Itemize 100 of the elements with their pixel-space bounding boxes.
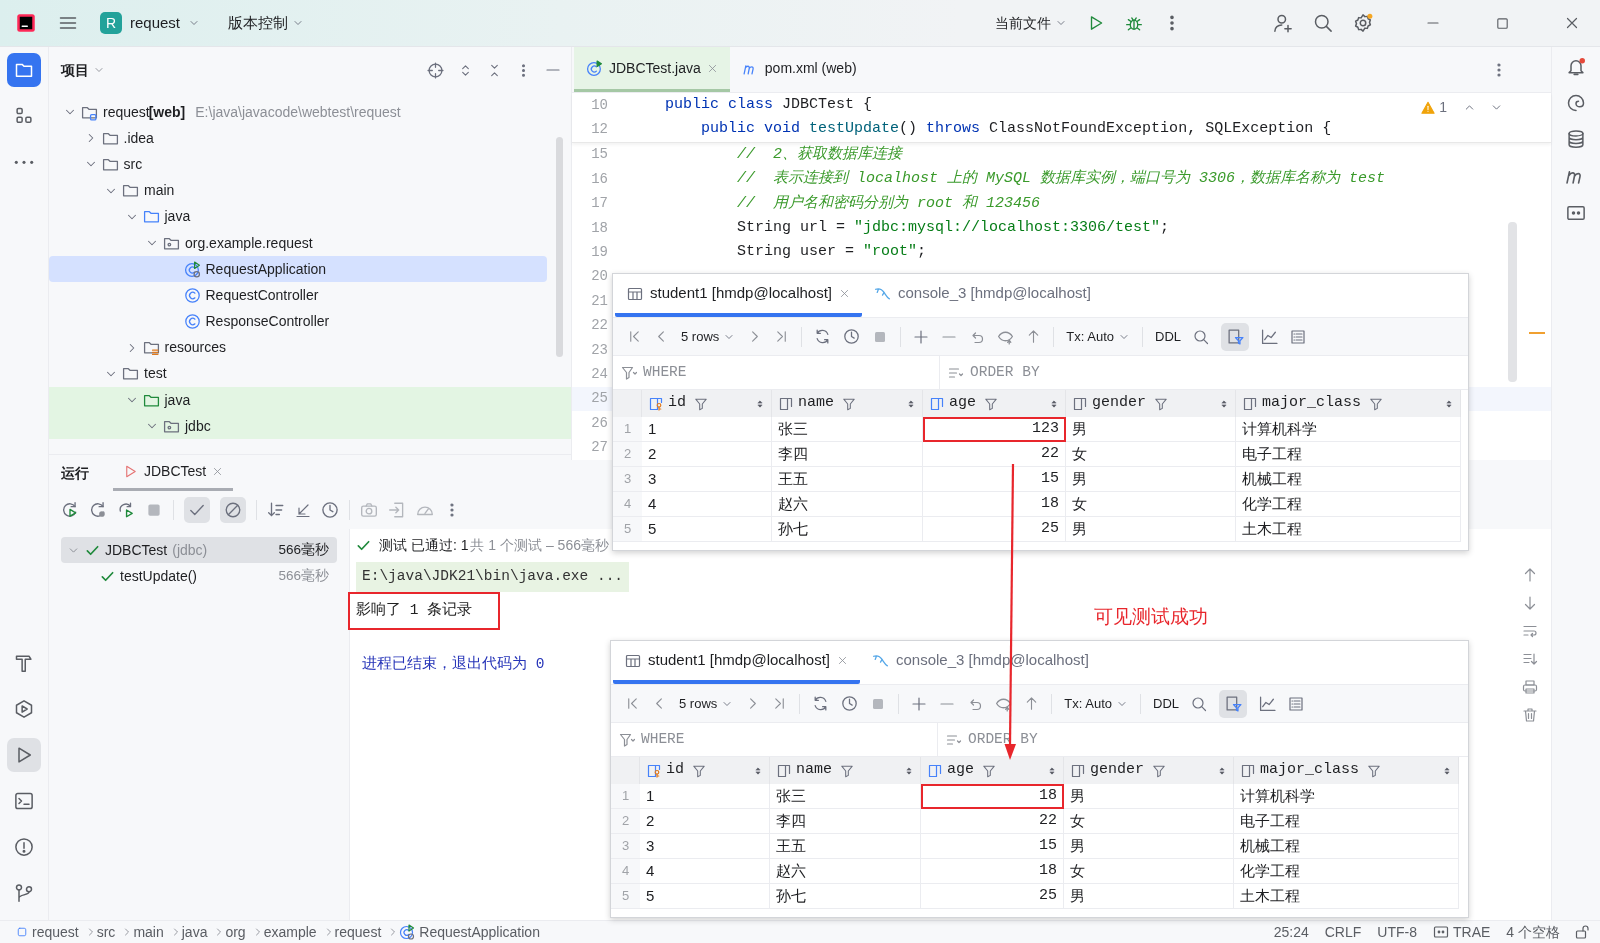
panel-title-menu[interactable]: 项目	[61, 59, 105, 81]
column-header[interactable]: name	[772, 390, 923, 417]
swirl-icon[interactable]	[1566, 93, 1586, 113]
scroll-thumb[interactable]	[556, 137, 563, 357]
project-view-tool[interactable]	[7, 53, 41, 87]
column-header[interactable]: age	[921, 757, 1064, 784]
editor-tab[interactable]: pom.xml (web)	[729, 47, 869, 92]
ddl-button[interactable]: DDL	[1153, 693, 1179, 714]
column-header[interactable]: age	[923, 390, 1066, 417]
row-count-dropdown[interactable]: 5 rows	[681, 326, 736, 347]
file-encoding[interactable]: UTF-8	[1369, 921, 1425, 943]
export-icon[interactable]	[388, 501, 406, 519]
notifications-icon[interactable]	[1566, 57, 1586, 77]
breadcrumb-item[interactable]: example	[263, 921, 317, 943]
chart-icon[interactable]	[1261, 328, 1278, 345]
columns-icon[interactable]	[1290, 328, 1306, 345]
search-icon[interactable]	[1191, 695, 1207, 712]
filter-icon[interactable]	[1154, 396, 1168, 411]
close-tab-icon[interactable]	[212, 466, 224, 477]
history-icon[interactable]	[841, 695, 859, 712]
tree-item[interactable]: RequestController	[49, 282, 547, 309]
ddl-button[interactable]: DDL	[1155, 326, 1181, 347]
filter-icon[interactable]	[1152, 763, 1166, 778]
stop-icon[interactable]	[145, 501, 163, 519]
breadcrumb-item[interactable]: src	[96, 921, 116, 943]
chart-icon[interactable]	[1259, 695, 1276, 712]
close-tab-icon[interactable]	[706, 62, 718, 74]
transaction-mode-dropdown[interactable]: Tx: Auto	[1064, 693, 1128, 714]
breadcrumb-item[interactable]: request	[334, 921, 382, 943]
column-header[interactable]: major_class	[1234, 757, 1459, 784]
filter-icon[interactable]	[842, 396, 856, 411]
print-icon[interactable]	[1522, 679, 1538, 695]
sort-arrows-icon[interactable]	[1219, 398, 1229, 409]
tree-item[interactable]: main	[49, 177, 547, 204]
test-item[interactable]: testUpdate() 566毫秒	[61, 563, 337, 589]
add-user-icon[interactable]	[1273, 13, 1293, 33]
tree-item[interactable]: ResponseController	[49, 308, 547, 335]
soft-wrap-icon[interactable]	[1522, 623, 1538, 639]
close-icon[interactable]	[1564, 15, 1580, 31]
filter-icon[interactable]	[982, 763, 996, 778]
maximize-icon[interactable]	[1495, 15, 1510, 31]
test-item[interactable]: JDBCTest (jdbc) 566毫秒	[61, 537, 337, 563]
plugin-widget[interactable]: TRAE	[1424, 921, 1499, 943]
project-switcher[interactable]: R request	[100, 11, 201, 35]
sort-arrows-icon[interactable]	[1049, 398, 1059, 409]
sort-arrows-icon[interactable]	[755, 398, 765, 409]
line-separator[interactable]: CRLF	[1316, 921, 1370, 943]
close-tab-icon[interactable]	[839, 288, 850, 299]
bug-icon[interactable]	[1125, 14, 1143, 32]
sort-arrows-icon[interactable]	[906, 398, 916, 409]
tree-item[interactable]: RequestApplication	[49, 256, 547, 283]
sort-arrows-icon[interactable]	[1047, 765, 1057, 776]
filter-icon[interactable]	[1367, 763, 1382, 778]
search-icon[interactable]	[1313, 13, 1333, 33]
column-header[interactable]: gender	[1064, 757, 1234, 784]
tree-item[interactable]: .idea	[49, 125, 547, 152]
sort-arrows-icon[interactable]	[753, 765, 763, 776]
column-header[interactable]: major_class	[1236, 390, 1461, 417]
columns-icon[interactable]	[1288, 695, 1304, 712]
show-ignored-toggle[interactable]	[220, 497, 246, 523]
scroll-to-end-icon[interactable]	[1522, 651, 1538, 667]
vcs-menu[interactable]: 版本控制	[228, 11, 305, 35]
sort-arrows-icon[interactable]	[1442, 765, 1452, 776]
tree-item[interactable]: test	[49, 360, 547, 388]
history-icon[interactable]	[843, 328, 861, 345]
show-passed-toggle[interactable]	[184, 497, 210, 523]
run-tool[interactable]	[7, 738, 41, 772]
tree-item[interactable]: java	[49, 387, 571, 414]
filter-icon[interactable]	[984, 396, 998, 411]
monitor-icon[interactable]	[1566, 203, 1586, 223]
tree-item[interactable]: org.example.request	[49, 229, 547, 257]
tree-item[interactable]: java	[49, 203, 547, 230]
first-page-icon[interactable]	[627, 329, 642, 344]
tree-item[interactable]: src	[49, 151, 547, 178]
breadcrumb-item[interactable]: RequestApplication	[399, 921, 540, 943]
import-icon[interactable]	[295, 502, 311, 518]
row-count-dropdown[interactable]: 5 rows	[679, 693, 734, 714]
rerun-icon[interactable]	[61, 501, 79, 519]
indent-setting[interactable]: 4 个空格	[1498, 921, 1568, 943]
search-icon[interactable]	[1193, 328, 1209, 345]
lock-icon[interactable]	[1574, 924, 1590, 940]
sort-icon[interactable]	[267, 501, 285, 519]
tree-item[interactable]: resources	[49, 334, 547, 361]
sort-arrows-icon[interactable]	[904, 765, 914, 776]
auto-rerun-icon[interactable]	[117, 501, 135, 519]
scroll-down-icon[interactable]	[1522, 595, 1538, 611]
database-icon[interactable]	[1566, 129, 1586, 149]
grid-tab[interactable]: console_3 [hmdp@localhost]	[862, 274, 1103, 317]
sort-arrows-icon[interactable]	[1217, 765, 1227, 776]
caret-position[interactable]: 25:24	[1265, 921, 1317, 943]
filter-icon[interactable]	[692, 763, 706, 778]
filter-toggle[interactable]	[1219, 689, 1247, 718]
transaction-mode-dropdown[interactable]: Tx: Auto	[1066, 326, 1130, 347]
tree-item[interactable]: request[web] E:\java\javacode\webtest\request	[49, 99, 547, 126]
trash-icon[interactable]	[1522, 707, 1538, 723]
column-header[interactable]: id	[642, 390, 772, 417]
camera-icon[interactable]	[360, 501, 378, 519]
run-tab[interactable]: JDBCTest	[113, 455, 234, 491]
editor-tab[interactable]: JDBCTest.java	[574, 47, 730, 92]
scroll-up-icon[interactable]	[1522, 567, 1538, 583]
